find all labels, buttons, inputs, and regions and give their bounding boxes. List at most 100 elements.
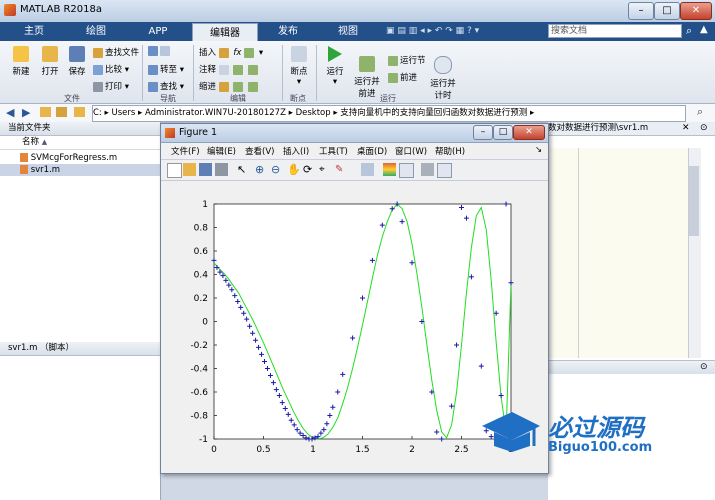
nav-arrows[interactable] [148, 46, 172, 57]
watermark-url: Biguo100.com [548, 440, 653, 455]
print-button[interactable]: 打印 ▾ [93, 80, 129, 92]
percent-icon [218, 64, 229, 75]
title-bar: MATLAB R2018a – □ ✕ [0, 0, 715, 23]
editor-tab[interactable]: 数对数据进行预测\svr1.m [548, 122, 715, 136]
open-button[interactable]: 打开 [36, 46, 64, 77]
path-segment[interactable]: Users [111, 108, 135, 118]
nav-group-label: 导航 [160, 94, 176, 103]
find-button[interactable]: 查找 ▾ [148, 80, 184, 92]
pan-icon[interactable]: ✋ [287, 163, 301, 176]
insert-icon [218, 47, 229, 58]
brush-icon[interactable]: ✎ [335, 163, 348, 176]
link-icon[interactable] [361, 163, 374, 176]
bell-icon[interactable]: ▲ [700, 24, 708, 35]
tab-view[interactable]: 视图 [322, 22, 374, 41]
data-cursor-icon[interactable]: ⌖ [319, 163, 332, 176]
tab-publish[interactable]: 发布 [262, 22, 314, 41]
figure-close-button[interactable]: ✕ [513, 125, 545, 140]
y-tick-label: 0.2 [194, 294, 208, 304]
list-item[interactable]: svr1.m [0, 164, 160, 176]
path-segment[interactable]: Administrator.WIN7U-20180127Z [145, 108, 286, 118]
list-item[interactable]: SVMcgForRegress.m [0, 152, 160, 164]
advance-button[interactable]: 前进 [388, 71, 417, 83]
x-tick-label: 2 [409, 445, 415, 455]
zoom-in-icon[interactable]: ⊕ [255, 163, 268, 176]
indent-icon [218, 81, 229, 92]
hide-tools-icon[interactable] [421, 163, 434, 176]
ribbon: 新建 打开 保存 查找文件 比较 ▾ 打印 ▾ 文件 转至 ▾ 查找 ▾ 导航 … [0, 41, 715, 104]
run-section-button[interactable]: 运行节 [388, 54, 426, 66]
name-column-header[interactable]: 名称 ▲ [0, 136, 160, 150]
dock-icon[interactable]: ↘ [535, 145, 542, 155]
run-button[interactable]: 运行 ▾ [322, 46, 348, 87]
tab-plots[interactable]: 绘图 [68, 22, 124, 41]
separator [316, 45, 317, 101]
insert-button[interactable]: 插入 fx ▾ [199, 46, 263, 58]
legend-icon[interactable] [399, 163, 414, 178]
run-and-time-button[interactable]: 运行并 计时 [428, 46, 458, 101]
pointer-icon[interactable]: ↖ [237, 163, 250, 176]
comment-button[interactable]: 注释 [199, 63, 260, 75]
maximize-button[interactable]: □ [654, 2, 680, 20]
rotate-icon[interactable]: ⟳ [303, 163, 316, 176]
menu-file[interactable]: 文件(F) [171, 145, 200, 157]
panel-menu-icon[interactable]: ⊙ [700, 362, 708, 372]
search-folder-icon[interactable]: ⌕ [697, 105, 703, 119]
path-segment[interactable]: Desktop [296, 108, 331, 118]
goto-button[interactable]: 转至 ▾ [148, 63, 184, 75]
close-button[interactable]: ✕ [680, 2, 712, 20]
compare-button[interactable]: 比较 ▾ [93, 63, 129, 75]
menu-tools[interactable]: 工具(T) [319, 145, 348, 157]
x-tick-label: 0.5 [256, 445, 270, 455]
matlab-logo-icon [4, 4, 16, 16]
find-files-button[interactable]: 查找文件 [93, 46, 139, 58]
colorbar-icon[interactable] [383, 163, 396, 176]
breakpoints-button[interactable]: 断点 ▾ [286, 46, 312, 87]
browse-folder-icon[interactable] [56, 107, 67, 117]
zoom-out-icon[interactable]: ⊖ [271, 163, 284, 176]
fx-button[interactable]: fx [233, 48, 241, 58]
save-icon[interactable] [199, 163, 212, 176]
tab-editor[interactable]: 编辑器 [192, 23, 258, 42]
menu-edit[interactable]: 编辑(E) [207, 145, 236, 157]
figure-maximize-button[interactable]: □ [493, 125, 513, 140]
panel-menu-icon[interactable]: ⊙ [700, 123, 708, 133]
y-tick-label: 0 [202, 318, 208, 328]
menu-desktop[interactable]: 桌面(D) [357, 145, 387, 157]
open-label: 打开 [41, 67, 59, 77]
new-button[interactable]: 新建 [6, 46, 36, 77]
save-button[interactable]: 保存 [64, 46, 90, 77]
forward-icon[interactable]: ▶ [22, 106, 30, 119]
forward-arrow-icon [160, 46, 170, 56]
indent-button[interactable]: 缩进 [199, 80, 260, 92]
run-group-label: 运行 [380, 94, 396, 103]
menu-insert[interactable]: 插入(I) [283, 145, 309, 157]
file-name: SVMcgForRegress.m [30, 153, 118, 163]
print-icon[interactable] [215, 163, 228, 176]
y-tick-label: -0.6 [190, 388, 208, 398]
scrollbar-thumb[interactable] [689, 166, 699, 236]
figure-minimize-button[interactable]: – [473, 125, 493, 140]
search-input[interactable]: 搜索文档 [548, 24, 682, 38]
run-and-advance-button[interactable]: 运行并 前进 [352, 46, 382, 99]
close-editor-icon[interactable]: ✕ [682, 123, 690, 133]
back-icon[interactable]: ◀ [6, 106, 14, 119]
up-folder-icon[interactable] [40, 107, 51, 117]
path-segment[interactable]: 支持向量机中的支持向量回归函数对数据进行预测 [340, 108, 527, 118]
open-icon[interactable] [183, 163, 196, 176]
folder-path[interactable]: C: ▸ Users ▸ Administrator.WIN7U-2018012… [92, 105, 686, 122]
tab-home[interactable]: 主页 [8, 22, 60, 41]
file-group-label: 文件 [64, 94, 80, 103]
minimize-button[interactable]: – [628, 2, 654, 20]
new-figure-icon[interactable] [167, 163, 182, 178]
search-icon[interactable]: ⌕ [686, 24, 692, 38]
editor-code-area[interactable] [548, 148, 688, 358]
path-segment[interactable]: C: [93, 108, 102, 118]
menu-view[interactable]: 查看(V) [245, 145, 274, 157]
show-tools-icon[interactable] [437, 163, 452, 178]
compare-icon [93, 64, 103, 75]
menu-help[interactable]: 帮助(H) [435, 145, 465, 157]
tab-apps[interactable]: APP [132, 22, 184, 41]
menu-window[interactable]: 窗口(W) [395, 145, 427, 157]
quick-access-icons[interactable]: ▣ ▤ ▥ ◂ ▸ ↶ ↷ ▦ ? ▾ [386, 26, 536, 37]
